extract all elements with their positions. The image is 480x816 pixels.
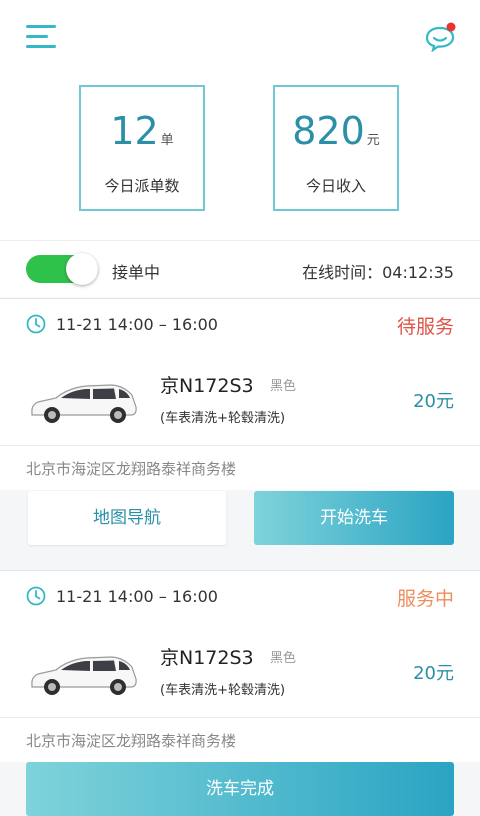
order-time: 11-21 14:00 – 16:00 bbox=[56, 587, 218, 606]
stat-label: 今日收入 bbox=[305, 177, 366, 195]
header: 12 单 今日派单数 820 元 今日收入 bbox=[0, 0, 480, 240]
stat-label: 今日派单数 bbox=[104, 177, 180, 195]
order-address: 北京市海淀区龙翔路泰祥商务楼 bbox=[0, 446, 480, 490]
car-image bbox=[31, 656, 137, 695]
order-address: 北京市海淀区龙翔路泰祥商务楼 bbox=[0, 718, 480, 762]
order-price: 20元 bbox=[413, 663, 454, 684]
order-detail[interactable]: 京N172S3 黑色 (车表清洗+轮毂清洗) 20元 bbox=[0, 623, 480, 718]
service-type: (车表清洗+轮毂清洗) bbox=[160, 411, 286, 426]
menu-icon[interactable] bbox=[26, 24, 56, 50]
clock-icon bbox=[26, 586, 46, 606]
stat-today-income: 820 元 今日收入 bbox=[273, 85, 399, 211]
accept-orders-toggle[interactable] bbox=[26, 253, 98, 285]
stat-today-orders: 12 单 今日派单数 bbox=[79, 85, 205, 211]
order-time: 11-21 14:00 – 16:00 bbox=[56, 315, 218, 334]
service-type: (车表清洗+轮毂清洗) bbox=[160, 683, 286, 698]
order-state: 待服务 bbox=[396, 316, 454, 338]
order-detail[interactable]: 京N172S3 黑色 (车表清洗+轮毂清洗) 20元 bbox=[0, 351, 480, 446]
car-image bbox=[31, 384, 137, 423]
map-navigation-button[interactable]: 地图导航 bbox=[28, 491, 226, 545]
online-time: 在线时间：04:12:35 bbox=[302, 263, 454, 282]
plate-number: 京N172S3 bbox=[160, 375, 254, 397]
stat-value: 820 元 bbox=[292, 109, 380, 153]
notification-dot bbox=[446, 22, 456, 32]
accept-status-label: 接单中 bbox=[112, 263, 161, 282]
online-status-bar: 接单中 在线时间：04:12:35 bbox=[0, 240, 480, 297]
order-header: 11-21 14:00 – 16:00 服务中 bbox=[0, 570, 480, 624]
toggle-knob bbox=[66, 253, 98, 285]
start-wash-button[interactable]: 开始洗车 bbox=[254, 491, 454, 545]
address-text: 北京市海淀区龙翔路泰祥商务楼 bbox=[26, 460, 237, 478]
finish-wash-button[interactable]: 洗车完成 bbox=[26, 762, 454, 816]
clock-icon bbox=[26, 314, 46, 334]
car-color: 黑色 bbox=[270, 651, 297, 666]
chat-notification-icon[interactable] bbox=[424, 22, 456, 53]
order-price: 20元 bbox=[413, 391, 454, 412]
order-header: 11-21 14:00 – 16:00 待服务 bbox=[0, 298, 480, 352]
plate-number: 京N172S3 bbox=[160, 647, 254, 669]
address-text: 北京市海淀区龙翔路泰祥商务楼 bbox=[26, 732, 237, 750]
order-state: 服务中 bbox=[396, 588, 454, 610]
stat-value: 12 单 bbox=[110, 109, 174, 153]
car-color: 黑色 bbox=[270, 379, 297, 394]
